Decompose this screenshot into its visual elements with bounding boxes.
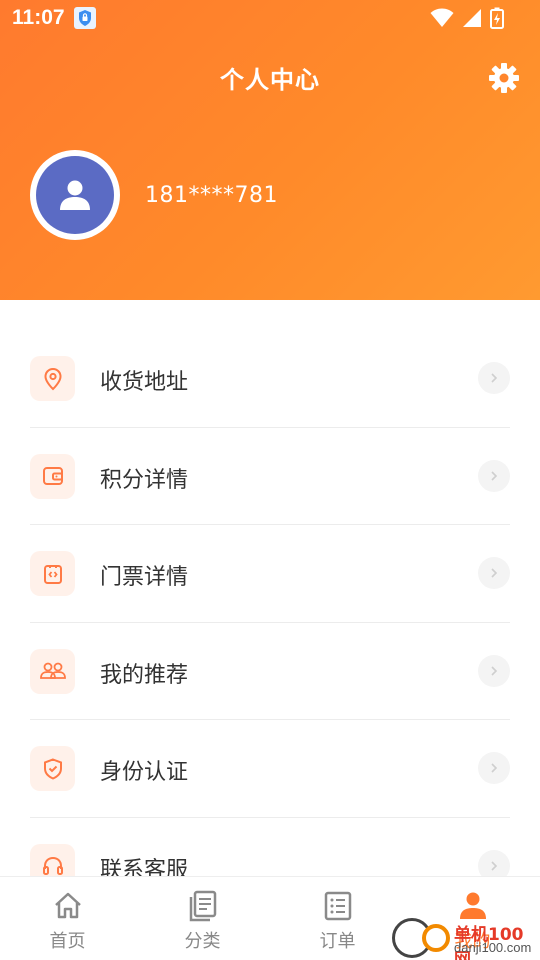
- category-icon: [186, 889, 220, 923]
- watermark-ring-icon: [422, 924, 450, 952]
- tab-label: 分类: [184, 931, 221, 952]
- watermark-logo: 单机100网 danji100.com: [390, 918, 540, 960]
- avatar[interactable]: [30, 150, 120, 240]
- chevron-right-icon: [478, 752, 510, 784]
- menu-item-label: 收货地址: [100, 370, 189, 395]
- chevron-right-icon: [478, 557, 510, 589]
- home-icon: [51, 889, 85, 923]
- wallet-icon: [30, 453, 75, 499]
- tab-label: 首页: [49, 931, 86, 952]
- menu-item-label: 门票详情: [100, 565, 189, 590]
- chevron-right-icon: [478, 362, 510, 394]
- location-pin-icon: [30, 356, 75, 401]
- profile-header: 11:07 个人中心 181****781: [0, 0, 540, 300]
- menu-item-label: 积分详情: [100, 467, 189, 493]
- signal-icon: [462, 8, 482, 32]
- menu-item-address[interactable]: 收货地址: [30, 330, 510, 428]
- profile-menu: 收货地址 积分详情 门票详情 我的推荐 身份认证 联系客服: [30, 330, 510, 915]
- watermark-url: danji100.com: [454, 940, 532, 955]
- menu-item-tickets[interactable]: 门票详情: [30, 525, 510, 623]
- order-list-icon: [321, 889, 355, 923]
- menu-item-points[interactable]: 积分详情: [30, 428, 510, 525]
- status-time: 11:07: [12, 6, 65, 29]
- tab-orders[interactable]: 订单: [270, 877, 405, 960]
- tab-label: 订单: [319, 931, 356, 952]
- wifi-icon: [430, 8, 454, 32]
- page-title: 个人中心: [220, 66, 320, 94]
- battery-icon: [490, 7, 504, 33]
- shield-check-icon: [30, 746, 75, 791]
- menu-item-label: 身份认证: [100, 760, 189, 785]
- menu-item-label: 我的推荐: [100, 662, 189, 688]
- tab-home[interactable]: 首页: [0, 877, 135, 960]
- menu-item-referrals[interactable]: 我的推荐: [30, 623, 510, 720]
- chevron-right-icon: [478, 459, 510, 492]
- user-phone: 181****781: [145, 183, 278, 208]
- status-bar: 11:07: [0, 0, 540, 36]
- settings-gear-icon[interactable]: [488, 62, 520, 94]
- status-indicators: [430, 7, 504, 33]
- tab-category[interactable]: 分类: [135, 877, 270, 960]
- chevron-right-icon: [478, 654, 510, 687]
- people-icon: [30, 648, 75, 694]
- user-avatar-icon: [36, 156, 114, 234]
- ticket-icon: [30, 551, 75, 596]
- menu-item-identity[interactable]: 身份认证: [30, 720, 510, 818]
- security-shield-icon: [74, 7, 96, 29]
